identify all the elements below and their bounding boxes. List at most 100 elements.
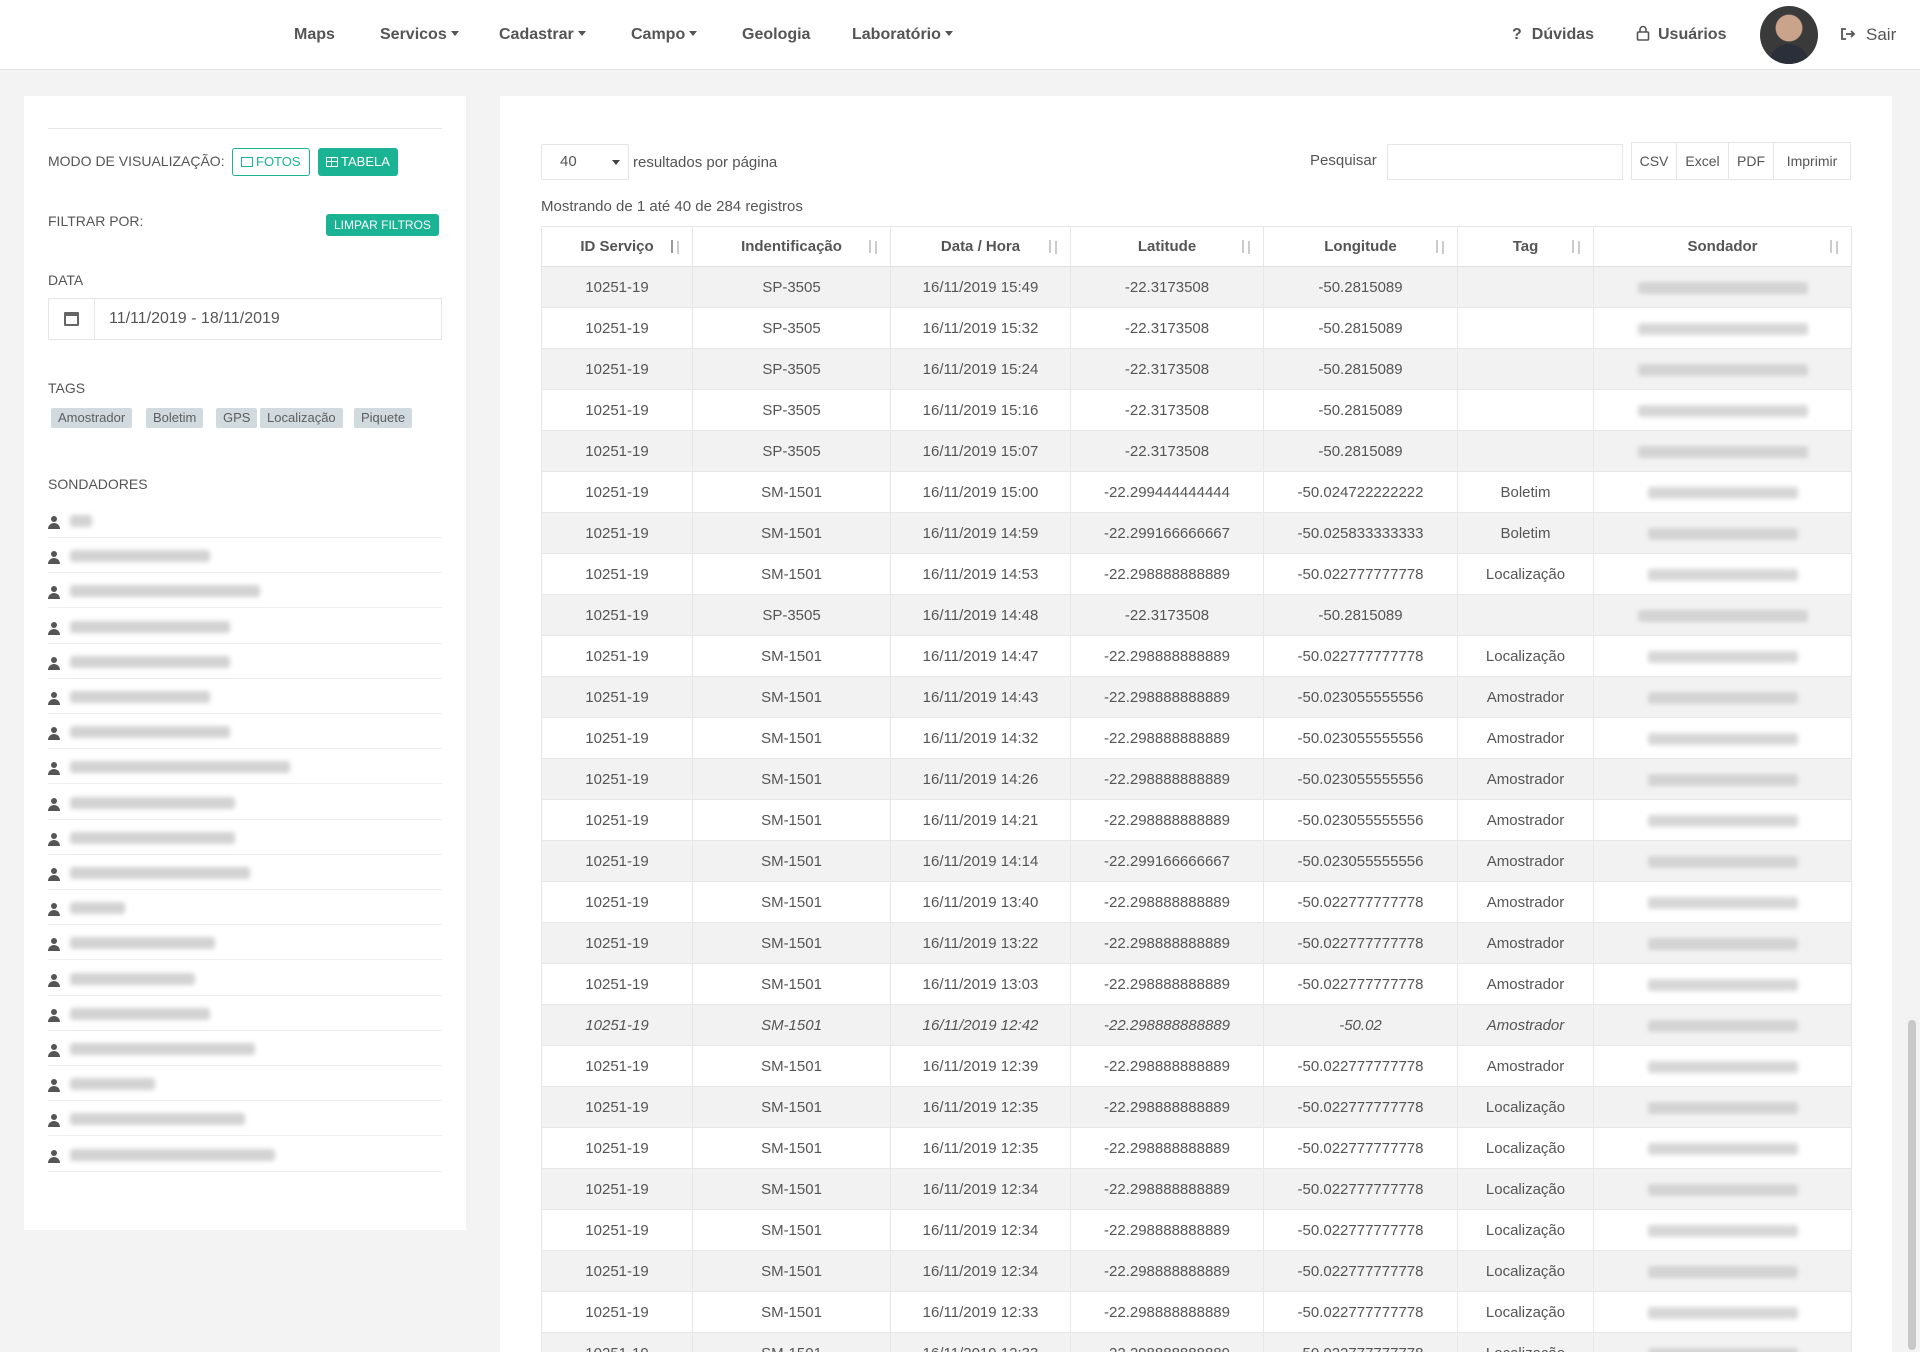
sondador-item[interactable]: [48, 714, 442, 750]
table-row[interactable]: 10251-19 SM-1501 16/11/2019 14:26 -22.29888…: [541, 758, 1852, 800]
sondador-name-redacted: [70, 550, 210, 563]
logout-button[interactable]: Sair: [1840, 0, 1896, 70]
cell-datetime: 16/11/2019 12:34: [890, 1168, 1071, 1210]
table-row[interactable]: 10251-19 SM-1501 16/11/2019 14:32 -22.29888…: [541, 717, 1852, 759]
sondador-item[interactable]: [48, 925, 442, 961]
cell-lon: -50.2815089: [1263, 266, 1458, 308]
nav-cadastrar[interactable]: Cadastrar: [499, 0, 586, 70]
table-row[interactable]: 10251-19 SP-3505 16/11/2019 15:24 -22.31735…: [541, 348, 1852, 390]
table-row[interactable]: 10251-19 SM-1501 16/11/2019 12:34 -22.29888…: [541, 1168, 1852, 1210]
cell-id: 10251-19: [541, 1209, 693, 1251]
sondador-item[interactable]: [48, 961, 442, 996]
sondador-item[interactable]: [48, 1066, 442, 1102]
sondador-item[interactable]: [48, 1031, 442, 1066]
sondador-item[interactable]: [48, 855, 442, 890]
table-row[interactable]: 10251-19 SM-1501 16/11/2019 12:34 -22.29888…: [541, 1209, 1852, 1251]
table-row[interactable]: 10251-19SM-150116/11/2019 12:33-22.29888…: [541, 1291, 1852, 1333]
sondador-item[interactable]: [48, 503, 442, 538]
table-row[interactable]: 10251-19 SM-1501 16/11/2019 12:42 -22.29888…: [541, 1004, 1852, 1046]
table-row[interactable]: 10251-19 SP-3505 16/11/2019 15:16 -22.31735…: [541, 389, 1852, 431]
table-row[interactable]: 10251-19 SM-1501 16/11/2019 12:35 -22.29888…: [541, 1086, 1852, 1128]
sondador-item[interactable]: [48, 609, 442, 644]
search-input[interactable]: [1387, 144, 1623, 180]
excel-button[interactable]: Excel: [1676, 142, 1729, 180]
sondador-item[interactable]: [48, 996, 442, 1031]
fotos-button[interactable]: FOTOS: [232, 148, 310, 176]
date-range-input[interactable]: 11/11/2019 - 18/11/2019: [48, 298, 442, 340]
table-row[interactable]: 10251-19 SP-3505 16/11/2019 15:07 -22.31735…: [541, 430, 1852, 472]
avatar[interactable]: [1760, 6, 1818, 64]
table-row[interactable]: 10251-19 SM-1501 16/11/2019 13:22 -22.29888…: [541, 922, 1852, 964]
tag-gps[interactable]: GPS: [216, 408, 258, 428]
cell-sondador: [1593, 307, 1852, 349]
page-length-select[interactable]: 40: [541, 144, 629, 180]
col-id-servico[interactable]: ID Serviço: [541, 226, 693, 267]
sondador-name-redacted: [1647, 1224, 1798, 1237]
tag-boletim[interactable]: Boletim: [146, 408, 204, 428]
nav-usuarios[interactable]: Usuários: [1636, 0, 1726, 70]
tag-amostrador[interactable]: Amostrador: [51, 408, 133, 428]
table-row[interactable]: 10251-19 SM-1501 16/11/2019 14:47 -22.29888…: [541, 635, 1852, 677]
sondador-name-redacted: [1647, 650, 1798, 663]
table-row[interactable]: 10251-19SM-150116/11/2019 12:33-22.29888…: [541, 1332, 1852, 1352]
sondador-name-redacted: [1647, 1142, 1798, 1155]
table-row[interactable]: 10251-19 SM-1501 16/11/2019 15:00 -22.29944…: [541, 471, 1852, 513]
tag-localizacao[interactable]: Localização: [260, 408, 343, 428]
table-row[interactable]: 10251-19 SM-1501 16/11/2019 14:53 -22.29888…: [541, 553, 1852, 595]
col-data-hora[interactable]: Data / Hora: [890, 226, 1071, 267]
table-row[interactable]: 10251-19 SM-1501 16/11/2019 14:43 -22.29888…: [541, 676, 1852, 718]
nav-duvidas[interactable]: ? Dúvidas: [1512, 0, 1594, 70]
table-row[interactable]: 10251-19 SM-1501 16/11/2019 12:39 -22.29888…: [541, 1045, 1852, 1087]
nav-maps[interactable]: Maps: [294, 0, 335, 70]
table-row[interactable]: 10251-19 SM-1501 16/11/2019 14:21 -22.29888…: [541, 799, 1852, 841]
sondador-item[interactable]: [48, 644, 442, 679]
col-sondador[interactable]: Sondador: [1593, 226, 1852, 267]
table-row[interactable]: 10251-19 SM-1501 16/11/2019 13:40 -22.29888…: [541, 881, 1852, 923]
sondador-item[interactable]: [48, 573, 442, 609]
tag-piquete[interactable]: Piquete: [354, 408, 413, 428]
cell-tag: Localização: [1457, 1127, 1594, 1169]
cell-lon: -50.023055555556: [1263, 758, 1458, 800]
picture-icon: [241, 157, 253, 167]
table-row[interactable]: 10251-19 SM-1501 16/11/2019 14:14 -22.29916…: [541, 840, 1852, 882]
sondador-name-redacted: [70, 620, 230, 633]
cell-lon: -50.022777777778: [1263, 881, 1458, 923]
clear-filters-button[interactable]: LIMPAR FILTROS: [326, 214, 439, 236]
cell-lon: -50.022777777778: [1263, 635, 1458, 677]
table-row[interactable]: 10251-19 SP-3505 16/11/2019 15:49 -22.31735…: [541, 266, 1852, 308]
nav-laboratorio[interactable]: Laboratório: [852, 0, 953, 70]
sondador-item[interactable]: [48, 1137, 442, 1172]
sondador-item[interactable]: [48, 785, 442, 820]
sondador-item[interactable]: [48, 1101, 442, 1137]
sondador-item[interactable]: [48, 749, 442, 785]
sondador-item[interactable]: [48, 679, 442, 714]
col-tag[interactable]: Tag: [1457, 226, 1594, 267]
sort-icon: [868, 240, 880, 254]
nav-campo[interactable]: Campo: [631, 0, 698, 70]
pdf-button[interactable]: PDF: [1728, 142, 1774, 180]
col-identificacao[interactable]: Indentificação: [692, 226, 891, 267]
cell-sondador: [1593, 266, 1852, 308]
nav-geologia[interactable]: Geologia: [742, 0, 810, 70]
sondador-item[interactable]: [48, 538, 442, 574]
cell-lon: -50.2815089: [1263, 594, 1458, 636]
col-longitude[interactable]: Longitude: [1263, 226, 1458, 267]
table-row[interactable]: 10251-19 SM-1501 16/11/2019 12:35 -22.29888…: [541, 1127, 1852, 1169]
sondador-item[interactable]: [48, 820, 442, 855]
scrollbar[interactable]: [1908, 1020, 1916, 1350]
cell-lon: -50.022777777778: [1263, 1209, 1458, 1251]
col-latitude[interactable]: Latitude: [1070, 226, 1264, 267]
table-row[interactable]: 10251-19 SM-1501 16/11/2019 14:59 -22.29916…: [541, 512, 1852, 554]
nav-servicos[interactable]: Servicos: [380, 0, 459, 70]
table-row[interactable]: 10251-19 SP-3505 16/11/2019 15:32 -22.31735…: [541, 307, 1852, 349]
cell-ident: SP-3505: [692, 389, 891, 431]
print-button[interactable]: Imprimir: [1773, 142, 1851, 180]
sondador-item[interactable]: [48, 890, 442, 926]
tabela-button[interactable]: TABELA: [318, 148, 398, 176]
cell-datetime: 16/11/2019 13:22: [890, 922, 1071, 964]
cell-lat: -22.298888888889: [1070, 1127, 1264, 1169]
table-row[interactable]: 10251-19 SM-1501 16/11/2019 13:03 -22.29888…: [541, 963, 1852, 1005]
table-row[interactable]: 10251-19 SM-1501 16/11/2019 12:34 -22.29888…: [541, 1250, 1852, 1292]
table-row[interactable]: 10251-19 SP-3505 16/11/2019 14:48 -22.31735…: [541, 594, 1852, 636]
csv-button[interactable]: CSV: [1631, 142, 1677, 180]
